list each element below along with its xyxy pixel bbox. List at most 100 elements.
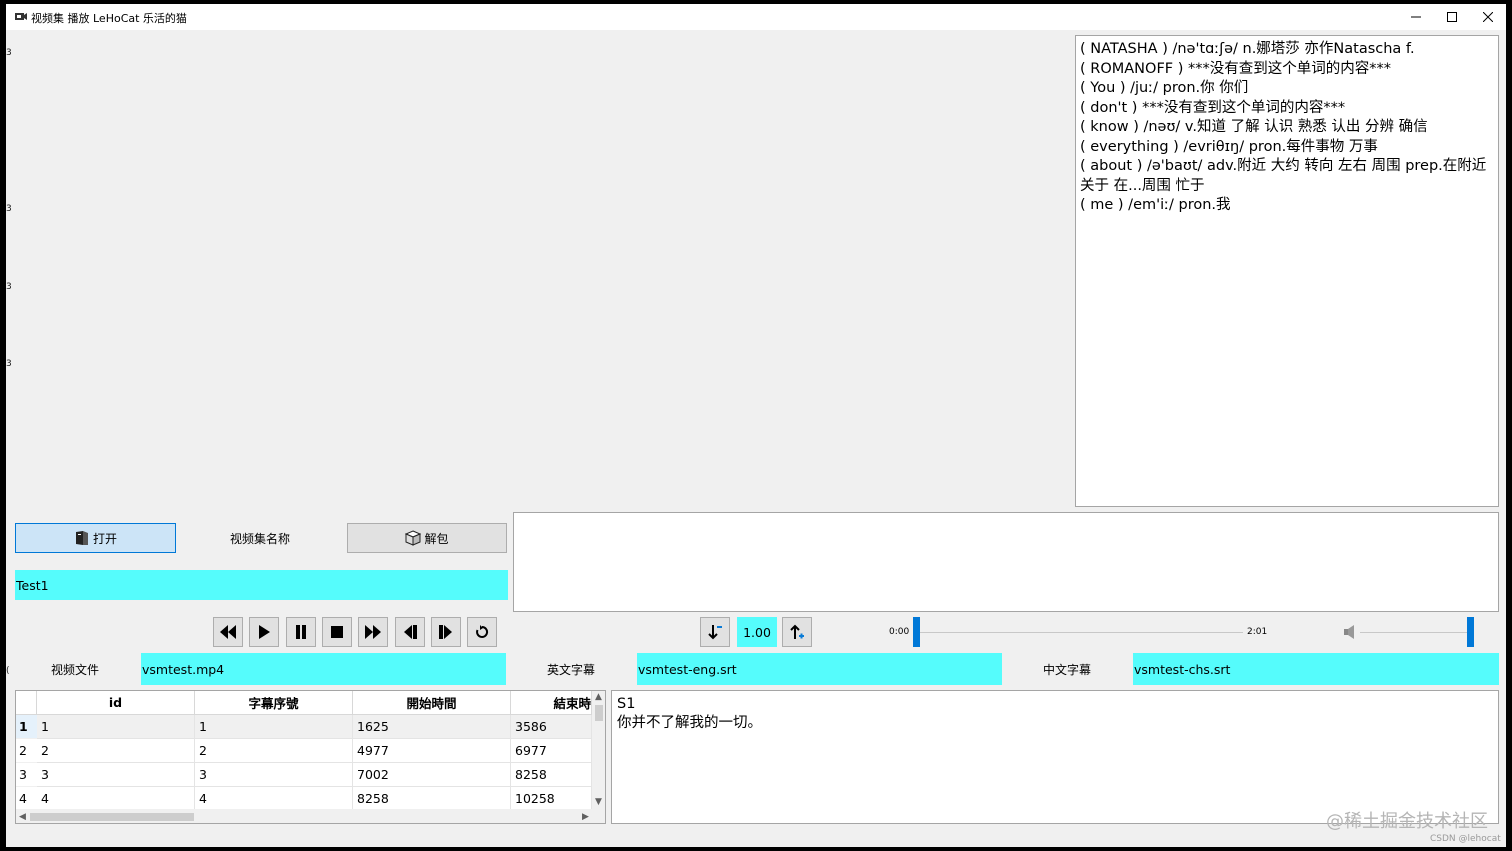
volume-track [1360, 632, 1474, 633]
table-cell[interactable]: 1 [195, 715, 353, 739]
scroll-left-icon[interactable]: ◀ [19, 812, 26, 822]
horizontal-scroll-thumb[interactable] [30, 813, 194, 821]
column-header-start-time[interactable]: 開始時間 [353, 691, 511, 715]
arrow-up-plus-icon [790, 624, 804, 639]
video-file-label: 视频文件 [51, 663, 100, 677]
repeat-button[interactable] [467, 617, 497, 647]
subtitle-table[interactable]: id 字幕序號 開始時間 結束時 1 1 1 1625 3586 2 2 2 4… [15, 690, 606, 824]
unpack-button[interactable]: 解包 [347, 523, 507, 553]
unpack-button-label: 解包 [424, 531, 449, 546]
package-box-icon [405, 530, 422, 546]
chinese-subtitle-field[interactable]: vsmtest-chs.srt [1133, 653, 1499, 685]
row-header[interactable]: 3 [16, 763, 37, 787]
table-cell[interactable]: 8258 [511, 763, 592, 787]
window-title: 视频集 播放 LeHoCat 乐活的猫 [31, 12, 187, 25]
collection-name-label: 视频集名称 [230, 532, 291, 546]
edge-mark: 3 [6, 359, 12, 369]
minimize-button[interactable] [1398, 4, 1434, 30]
row-header[interactable]: 2 [16, 739, 37, 763]
table-cell[interactable]: 2 [37, 739, 195, 763]
table-cell[interactable]: 3586 [511, 715, 592, 739]
scroll-down-icon[interactable]: ▼ [595, 797, 602, 807]
table-cell[interactable]: 4977 [353, 739, 511, 763]
rewind-icon [220, 625, 236, 639]
progress-handle[interactable] [913, 617, 920, 647]
app-window: 视频集 播放 LeHoCat 乐活的猫 3 3 3 3 ( ( NATASHA … [6, 4, 1506, 847]
pause-icon [296, 625, 306, 639]
step-forward-icon [439, 625, 452, 639]
dictionary-line: ( about ) /ə'baʊt/ adv.附近 大约 转向 左右 周围 pr… [1080, 158, 1487, 194]
close-icon [1483, 12, 1493, 22]
dictionary-panel[interactable]: ( NATASHA ) /nə'tɑːʃə/ n.娜塔莎 亦作Natascha … [1075, 35, 1499, 507]
dictionary-line: ( NATASHA ) /nə'tɑːʃə/ n.娜塔莎 亦作Natascha … [1080, 41, 1415, 57]
title-bar: 视频集 播放 LeHoCat 乐活的猫 [6, 4, 1506, 30]
open-button-label: 打开 [92, 531, 117, 546]
table-cell[interactable]: 4 [37, 787, 195, 811]
pause-button[interactable] [286, 617, 316, 647]
watermark-small: CSDN @lehocat [1430, 834, 1501, 844]
horizontal-scrollbar[interactable]: ◀ ▶ [16, 809, 605, 823]
subtitle-display[interactable] [513, 512, 1499, 612]
table-cell[interactable]: 3 [37, 763, 195, 787]
column-header-id[interactable]: id [37, 691, 195, 715]
current-time: 0:00 [889, 627, 910, 637]
fast-forward-icon [365, 625, 381, 639]
row-header[interactable]: 4 [16, 787, 37, 811]
maximize-icon [1447, 12, 1457, 22]
edge-mark: 3 [6, 204, 12, 214]
dictionary-line: ( ROMANOFF ) ***没有查到这个单词的内容*** [1080, 60, 1391, 77]
table-cell[interactable]: 10258 [511, 787, 592, 811]
edge-mark: ( [6, 666, 10, 676]
row-header[interactable]: 1 [16, 715, 37, 739]
previous-subtitle-button[interactable] [395, 617, 425, 647]
play-button[interactable] [249, 617, 279, 647]
maximize-button[interactable] [1434, 4, 1470, 30]
arrow-down-minus-icon [708, 625, 722, 640]
scroll-right-icon[interactable]: ▶ [582, 812, 589, 822]
close-button[interactable] [1470, 4, 1506, 30]
table-cell[interactable]: 1625 [353, 715, 511, 739]
rewind-button[interactable] [213, 617, 243, 647]
rate-up-button[interactable] [782, 617, 812, 647]
table-corner[interactable] [16, 691, 37, 715]
step-back-icon [404, 625, 417, 639]
table-cell[interactable]: 3 [195, 763, 353, 787]
english-subtitle-field[interactable]: vsmtest-eng.srt [637, 653, 1002, 685]
open-button[interactable]: 打开 [15, 523, 176, 553]
table-cell[interactable]: 8258 [353, 787, 511, 811]
speaker-icon[interactable] [1343, 624, 1357, 640]
next-subtitle-button[interactable] [431, 617, 461, 647]
column-header-end-time[interactable]: 結束時 [511, 691, 592, 715]
app-icon [15, 13, 27, 20]
minimize-icon [1411, 16, 1421, 18]
table-cell[interactable]: 6977 [511, 739, 592, 763]
video-file-field[interactable]: vsmtest.mp4 [141, 653, 506, 685]
table-cell[interactable]: 4 [195, 787, 353, 811]
volume-slider[interactable] [1360, 617, 1474, 647]
progress-track [913, 632, 1243, 633]
playback-rate: 1.00 [737, 617, 777, 647]
table-cell[interactable]: 2 [195, 739, 353, 763]
collection-name-field[interactable]: Test1 [15, 570, 508, 600]
subtitle-text-panel[interactable]: S1 你并不了解我的一切。 [611, 690, 1499, 824]
stop-button[interactable] [322, 617, 352, 647]
open-book-icon [75, 531, 88, 545]
vertical-scroll-thumb[interactable] [595, 705, 603, 721]
subtitle-id-line: S1 [617, 696, 636, 712]
rate-down-button[interactable] [700, 617, 730, 647]
progress-slider[interactable] [913, 617, 1243, 647]
vertical-scrollbar[interactable]: ▲ ▼ [592, 691, 605, 809]
watermark: @稀土掘金技术社区 [1326, 811, 1488, 832]
stop-icon [331, 626, 343, 638]
subtitle-chinese-line: 你并不了解我的一切。 [617, 715, 762, 731]
table-cell[interactable]: 1 [37, 715, 195, 739]
scroll-up-icon[interactable]: ▲ [595, 692, 602, 702]
fast-forward-button[interactable] [358, 617, 388, 647]
play-icon [259, 625, 270, 639]
column-header-subtitle-index[interactable]: 字幕序號 [195, 691, 353, 715]
edge-mark: 3 [6, 282, 12, 292]
video-display[interactable] [14, 34, 1074, 508]
table-cell[interactable]: 7002 [353, 763, 511, 787]
chinese-subtitle-label: 中文字幕 [1043, 663, 1092, 677]
volume-handle[interactable] [1467, 617, 1474, 647]
